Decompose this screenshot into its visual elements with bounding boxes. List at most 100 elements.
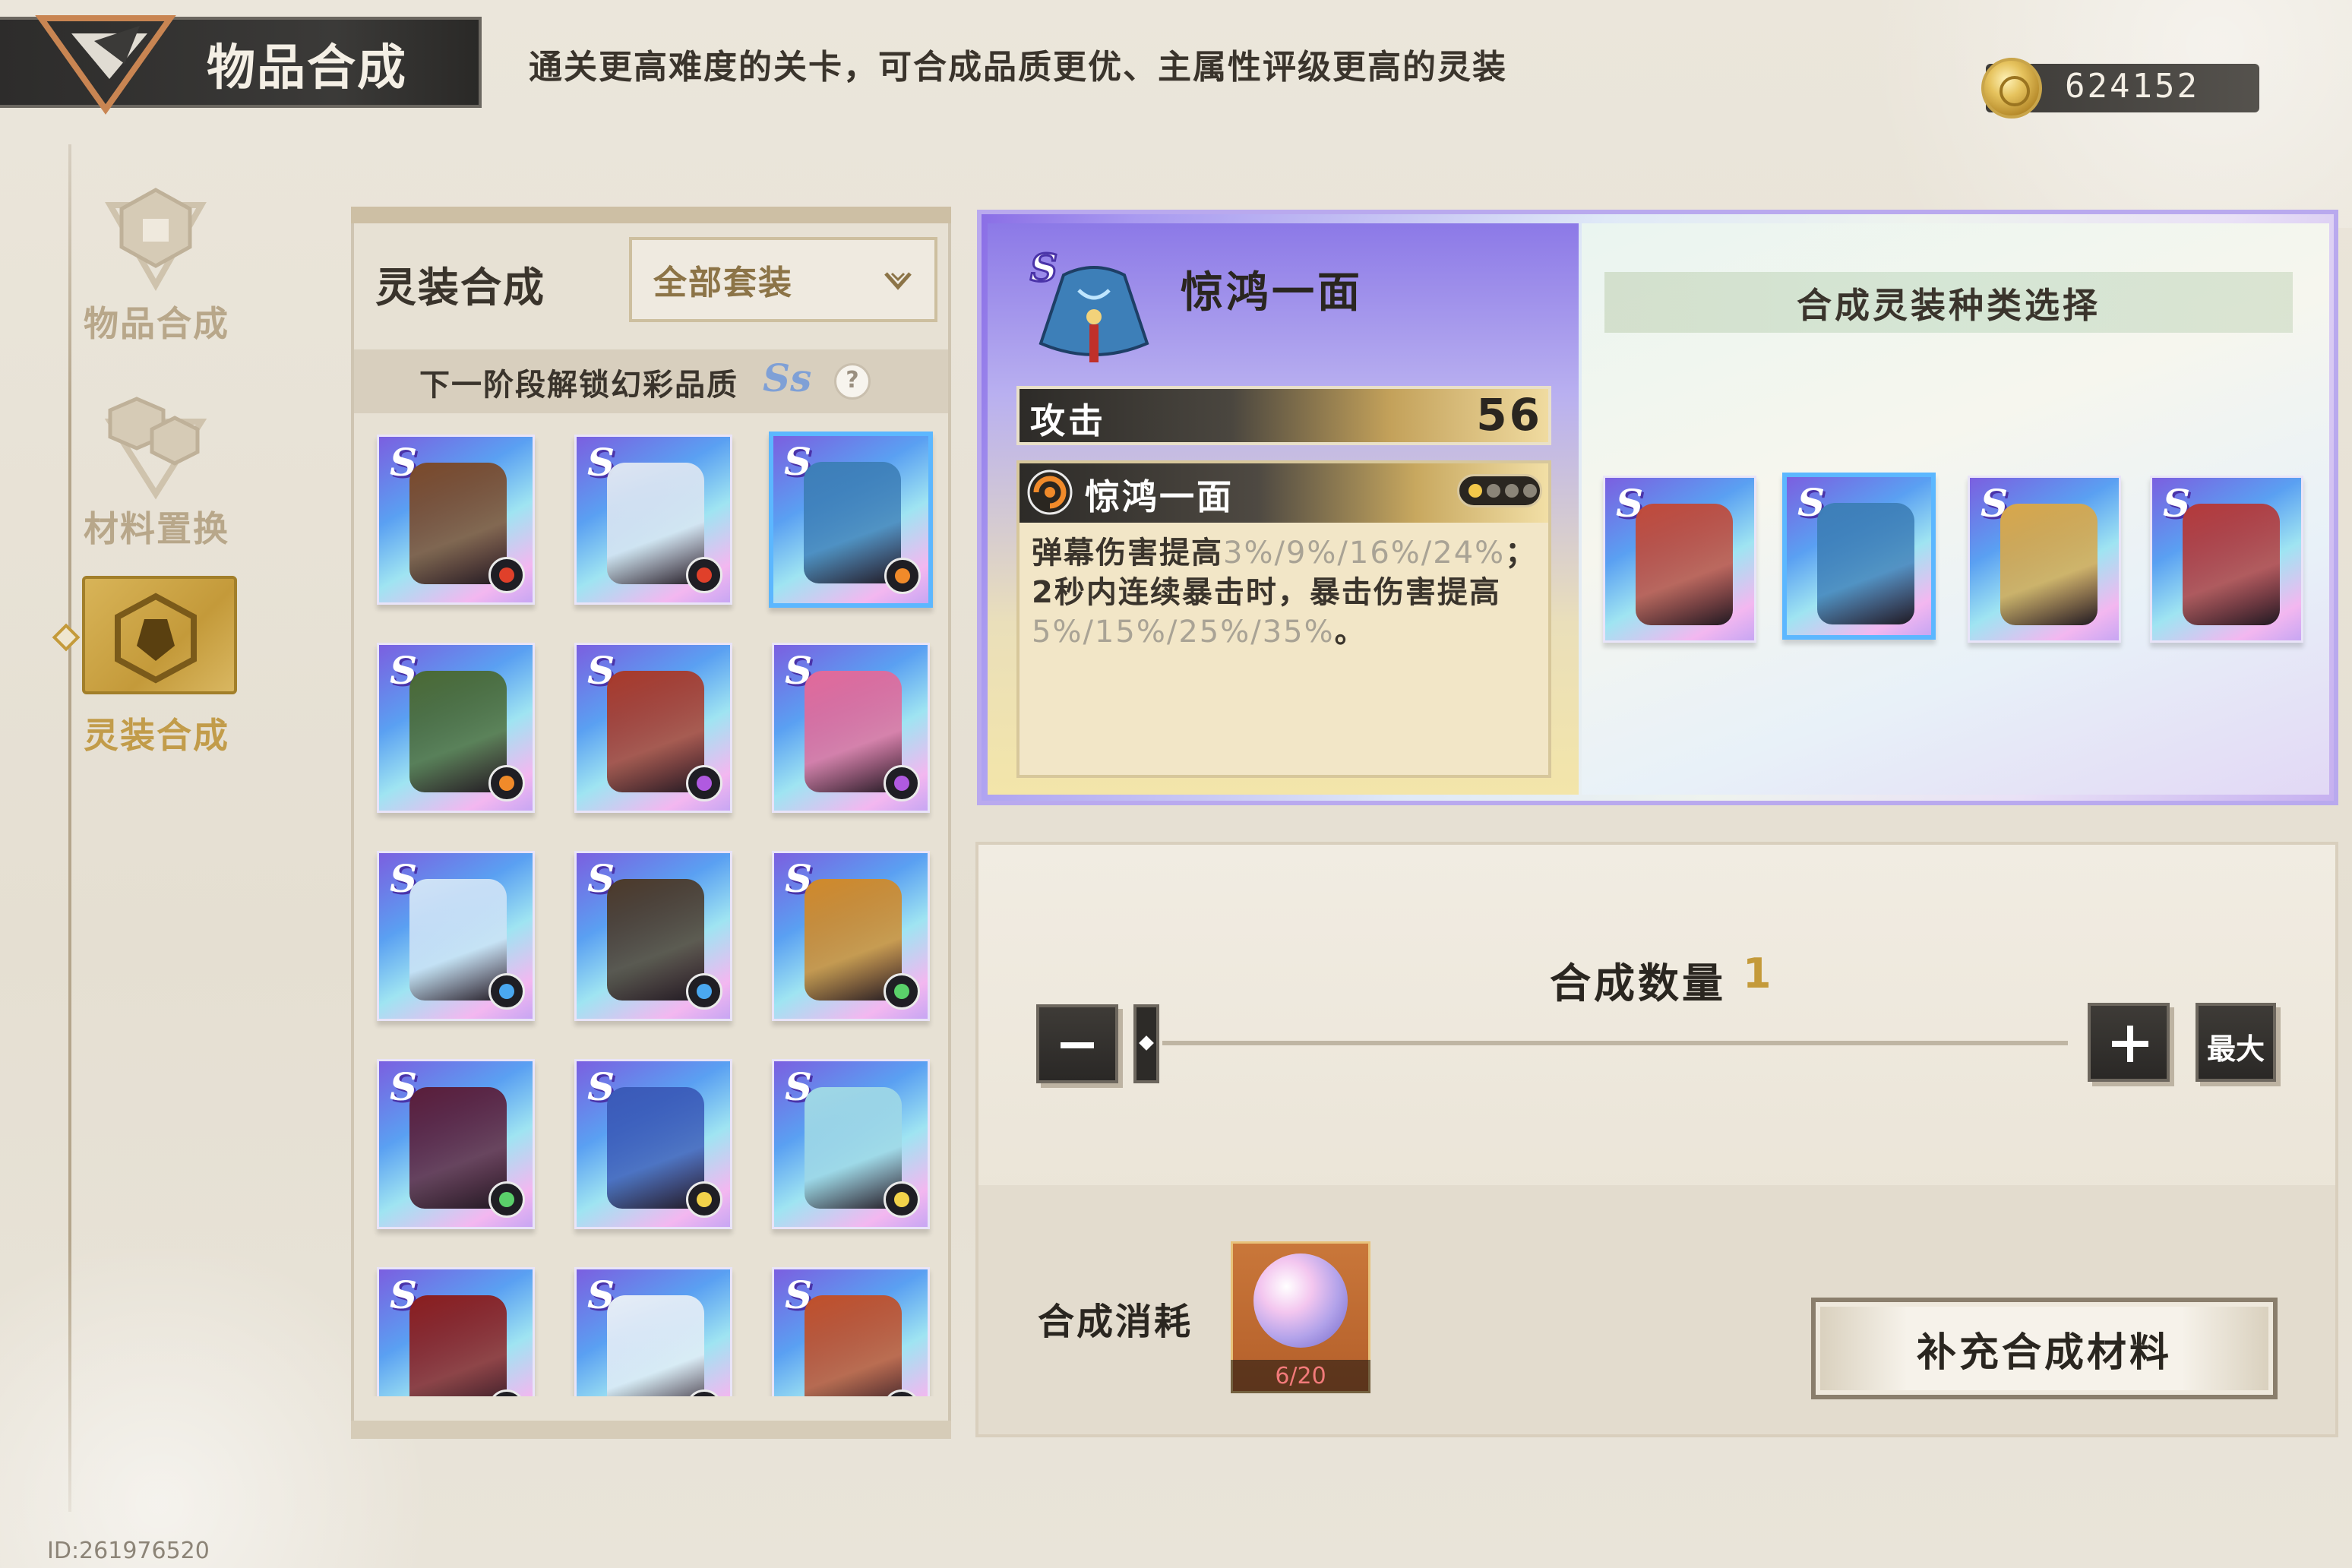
equipment-grid: SSSSSSSSSSSSSSS bbox=[372, 430, 942, 1396]
equipment-card-white-blue-cloak[interactable]: S bbox=[570, 430, 737, 609]
type-option-necklace[interactable]: S bbox=[1963, 471, 2123, 647]
red-set-icon bbox=[488, 557, 525, 593]
panel-bottom-trim bbox=[351, 1421, 951, 1439]
synthesis-emblem-icon bbox=[35, 15, 176, 115]
type-select-title: 合成灵装种类选择 bbox=[1797, 285, 2101, 326]
header-tip: 通关更高难度的关卡，可合成品质更优、主属性评级更高的灵装 bbox=[529, 48, 1507, 87]
user-id: ID:261976520 bbox=[47, 1538, 210, 1564]
cost-label: 合成消耗 bbox=[1038, 1301, 1193, 1343]
type-option-cape[interactable]: S bbox=[1781, 471, 1940, 647]
equipment-card-flame-armor[interactable]: S bbox=[767, 1263, 934, 1396]
gold-coin-icon bbox=[1981, 58, 2042, 119]
cape-icon bbox=[1817, 503, 1914, 624]
green-set-icon bbox=[884, 973, 920, 1010]
nav-label-exchange: 材料置换 bbox=[84, 508, 229, 549]
equipment-card-frame: S bbox=[769, 432, 933, 608]
type-card-frame: S bbox=[1782, 473, 1936, 640]
spear-icon bbox=[2183, 504, 2280, 625]
equipment-card-frame: S bbox=[377, 435, 535, 605]
jinghong-cape-icon: S bbox=[1029, 245, 1149, 362]
equipment-card-white-lab-coat[interactable]: S bbox=[570, 1263, 737, 1396]
yellow-set-icon bbox=[884, 1181, 920, 1218]
filter-selected-value: 全部套装 bbox=[653, 264, 793, 302]
main-stat-label: 攻击 bbox=[1030, 400, 1106, 441]
quantity-slider-track[interactable] bbox=[1162, 1041, 2068, 1045]
orange-set-icon bbox=[488, 765, 525, 801]
flame-armor-icon bbox=[805, 1295, 902, 1396]
cost-material-count: 6/20 bbox=[1231, 1360, 1370, 1393]
equipment-name: 惊鸿一面 bbox=[1181, 268, 1363, 318]
currency-value: 624152 bbox=[2065, 67, 2199, 106]
nav-item-synthesis[interactable]: 物品合成 bbox=[73, 182, 240, 349]
equipment-card-frame: S bbox=[377, 1267, 535, 1396]
equipment-card-cyan-mecha-wings[interactable]: S bbox=[767, 1054, 934, 1234]
nav-divider bbox=[68, 144, 71, 1512]
white-lab-coat-icon bbox=[607, 1295, 704, 1396]
equipment-card-blue-white-robe[interactable]: S bbox=[570, 1054, 737, 1234]
necklace-icon bbox=[2000, 504, 2098, 625]
item-synthesis-icon bbox=[105, 188, 207, 292]
purple-set-icon bbox=[884, 765, 920, 801]
set-effect-pips bbox=[1457, 474, 1542, 507]
orange-set-icon bbox=[1027, 469, 1073, 515]
max-quantity-label: 最大 bbox=[2206, 1032, 2265, 1066]
equipment-card-frame: S bbox=[772, 643, 930, 813]
decrease-quantity-button[interactable] bbox=[1036, 1004, 1118, 1083]
equipment-card-frame: S bbox=[574, 1059, 732, 1229]
set-effect-description: 弹幕伤害提高3%/9%/16%/24%；2秒内连续暴击时，暴击伤害提高5%/15… bbox=[1032, 536, 1538, 650]
nav-label-synthesis: 物品合成 bbox=[84, 303, 229, 344]
equipment-card-frame: S bbox=[574, 851, 732, 1021]
nav-item-equipment-synthesis[interactable]: 灵装合成 bbox=[73, 585, 240, 760]
equipment-card-dark-wing-cloak[interactable]: S bbox=[372, 1054, 539, 1234]
blue-set-icon bbox=[686, 973, 722, 1010]
type-option-headdress[interactable]: S bbox=[1598, 471, 1758, 647]
equipment-card-white-cape[interactable]: S bbox=[372, 846, 539, 1026]
equipment-card-green-military-jacket[interactable]: S bbox=[372, 638, 539, 817]
equipment-card-frame: S bbox=[772, 1059, 930, 1229]
equipment-card-fur-collar-coat[interactable]: S bbox=[372, 430, 539, 609]
quantity-value: 1 bbox=[1743, 950, 1772, 997]
material-exchange-icon bbox=[104, 397, 207, 500]
yellow-set-icon bbox=[686, 1181, 722, 1218]
equipment-card-frame: S bbox=[772, 1267, 930, 1396]
unlock-hint-text: 下一阶段解锁幻彩品质 bbox=[419, 368, 738, 403]
rainbow-quality-badge: Ss bbox=[763, 356, 812, 400]
type-option-spear[interactable]: S bbox=[2145, 471, 2305, 647]
nav-label-equipment-synthesis: 灵装合成 bbox=[84, 715, 229, 756]
equipment-card-frame: S bbox=[377, 643, 535, 813]
jinghong-cape-icon bbox=[804, 462, 901, 583]
equipment-card-orange-long-coat[interactable]: S bbox=[767, 846, 934, 1026]
headdress-icon bbox=[1636, 504, 1733, 625]
equipment-synthesis-icon bbox=[115, 593, 197, 684]
orange-set-icon bbox=[884, 558, 921, 594]
help-icon[interactable]: ? bbox=[834, 363, 871, 400]
equipment-card-frame: S bbox=[772, 851, 930, 1021]
equipment-card-red-dark-armor[interactable]: S bbox=[372, 1263, 539, 1396]
chevron-down-icon bbox=[884, 272, 912, 290]
equipment-card-jinghong-cape[interactable]: S bbox=[767, 430, 934, 609]
quantity-label: 合成数量 bbox=[1550, 959, 1726, 1007]
type-card-frame: S bbox=[1968, 476, 2121, 643]
panel-top-trim bbox=[351, 207, 951, 223]
svg-text:S: S bbox=[1030, 245, 1057, 290]
equipment-card-frame: S bbox=[574, 435, 732, 605]
red-set-icon bbox=[686, 557, 722, 593]
nav-item-exchange[interactable]: 材料置换 bbox=[73, 387, 240, 555]
list-title: 灵装合成 bbox=[375, 264, 545, 311]
type-card-frame: S bbox=[1603, 476, 1756, 643]
purple-set-icon bbox=[686, 765, 722, 801]
green-set-icon bbox=[488, 1181, 525, 1218]
equipment-card-pink-frilled-dress[interactable]: S bbox=[767, 638, 934, 817]
type-card-frame: S bbox=[2150, 476, 2303, 643]
page-title: 物品合成 bbox=[207, 40, 407, 96]
red-dark-armor-icon bbox=[409, 1295, 507, 1396]
equipment-card-brown-hat-coat[interactable]: S bbox=[570, 846, 737, 1026]
increase-quantity-button[interactable] bbox=[2088, 1003, 2170, 1082]
blue-set-icon bbox=[488, 973, 525, 1010]
quantity-slider-handle[interactable] bbox=[1133, 1004, 1159, 1083]
equipment-card-frame: S bbox=[574, 643, 732, 813]
equipment-card-frame: S bbox=[377, 1059, 535, 1229]
equipment-card-red-hooded-robe[interactable]: S bbox=[570, 638, 737, 817]
moon-orb-icon bbox=[1253, 1253, 1348, 1348]
main-stat-value: 56 bbox=[1476, 389, 1542, 441]
